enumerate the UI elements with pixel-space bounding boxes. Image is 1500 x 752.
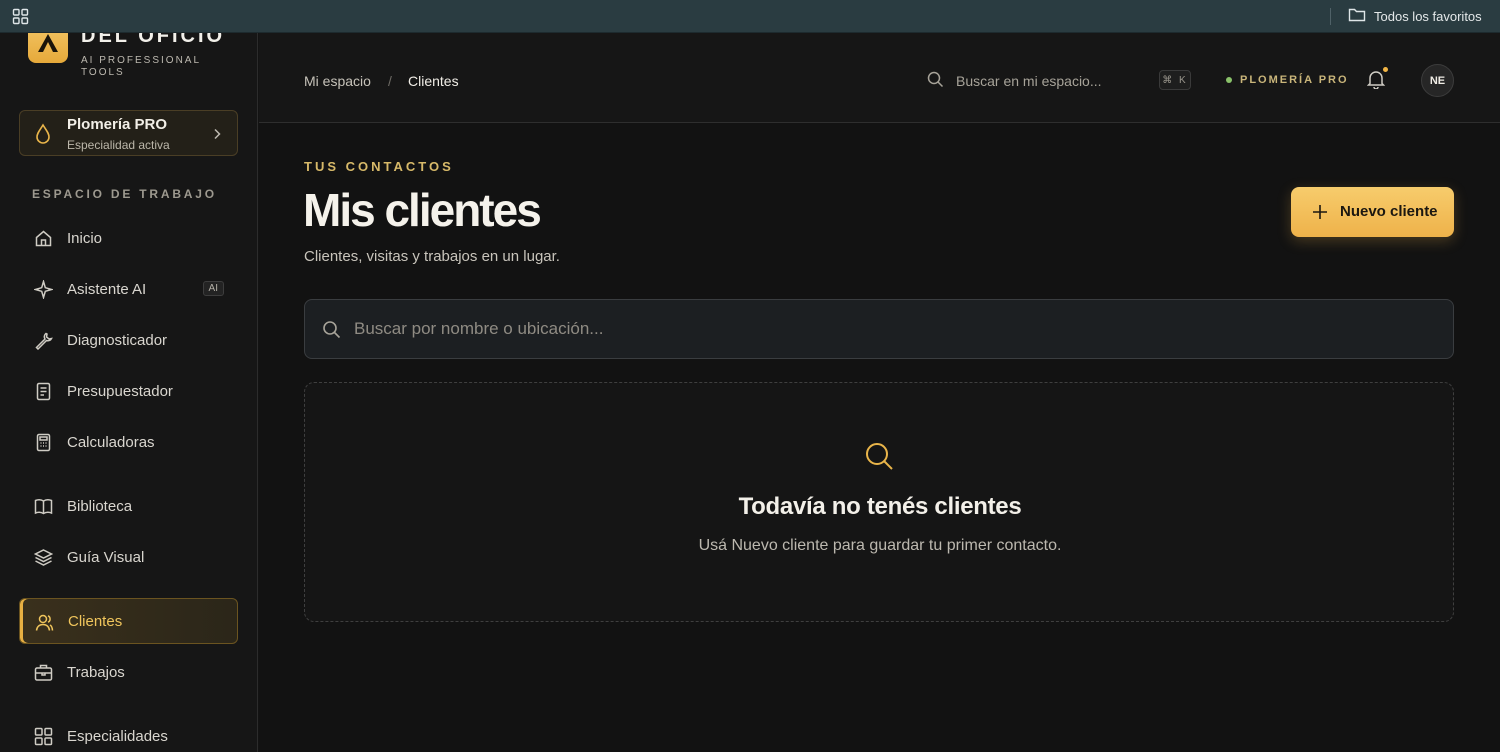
- briefcase-icon: [34, 663, 53, 682]
- sidebar-item-label: Clientes: [68, 612, 123, 630]
- sidebar-item-especialidades[interactable]: Especialidades: [19, 713, 238, 752]
- folder-icon: [1348, 7, 1366, 25]
- sidebar-item-trabajos[interactable]: Trabajos: [19, 649, 238, 695]
- book-icon: [34, 497, 53, 516]
- sidebar-item-presupuestador[interactable]: Presupuestador: [19, 368, 238, 414]
- specialty-name: Plomería PRO: [67, 116, 168, 133]
- chevron-right-icon: [213, 127, 221, 145]
- breadcrumb-clientes: Clientes: [408, 73, 459, 89]
- client-search-box[interactable]: [304, 299, 1454, 359]
- sidebar-item-guia-visual[interactable]: Guía Visual: [19, 534, 238, 580]
- sidebar-item-calculadoras[interactable]: Calculadoras: [19, 419, 238, 465]
- sidebar-item-inicio[interactable]: Inicio: [19, 215, 238, 261]
- notification-dot: [1383, 67, 1388, 72]
- brand-subtitle: AI PROFESSIONAL TOOLS: [81, 55, 201, 78]
- grid-icon: [34, 727, 53, 746]
- keyboard-shortcut-hint: ⌘ K: [1159, 70, 1191, 90]
- brand-logo[interactable]: [28, 33, 68, 63]
- all-favorites-folder[interactable]: Todos los favoritos: [1348, 7, 1482, 25]
- specialty-switcher[interactable]: Plomería PRO Especialidad activa: [19, 110, 238, 156]
- breadcrumb-separator: /: [388, 73, 392, 89]
- document-icon: [34, 382, 53, 401]
- search-empty-icon: [864, 441, 894, 476]
- sidebar: DEL OFICIO AI PROFESSIONAL TOOLS Plomerí…: [0, 33, 258, 752]
- page-subtitle: Clientes, visitas y trabajos en un lugar…: [304, 248, 560, 265]
- sidebar-item-label: Asistente AI: [67, 280, 147, 298]
- sidebar-item-label: Biblioteca: [67, 497, 133, 515]
- specialty-status: Especialidad activa: [67, 138, 170, 152]
- sidebar-item-label: Diagnosticador: [67, 331, 168, 349]
- plus-icon: [1311, 203, 1329, 226]
- sidebar-item-biblioteca[interactable]: Biblioteca: [19, 483, 238, 529]
- bell-icon[interactable]: [1366, 69, 1386, 94]
- empty-state: Todavía no tenés clientes Usá Nuevo clie…: [304, 382, 1454, 622]
- sidebar-item-label: Inicio: [67, 229, 103, 247]
- sidebar-item-asistente-ai[interactable]: Asistente AI AI: [19, 266, 238, 312]
- calculator-icon: [34, 433, 53, 452]
- layers-icon: [33, 548, 54, 567]
- sidebar-item-clientes[interactable]: Clientes: [19, 598, 238, 644]
- sidebar-item-label: Presupuestador: [67, 382, 173, 400]
- brand-title: DEL OFICIO: [81, 33, 226, 47]
- search-icon: [322, 320, 341, 344]
- sparkle-icon: [32, 278, 55, 301]
- bookmarks-divider: [1330, 8, 1331, 25]
- sidebar-item-label: Calculadoras: [67, 433, 155, 451]
- page-eyebrow: TUS CONTACTOS: [304, 159, 454, 174]
- sidebar-item-label: Trabajos: [67, 663, 125, 681]
- empty-state-description: Usá Nuevo cliente para guardar tu primer…: [698, 537, 1062, 554]
- sidebar-item-label: Guía Visual: [67, 548, 145, 566]
- ai-badge: AI: [202, 281, 224, 296]
- client-search-input[interactable]: [354, 316, 1414, 342]
- wrench-icon: [34, 331, 53, 351]
- top-header: Mi espacio / Clientes Buscar en mi espac…: [259, 33, 1500, 123]
- home-icon: [34, 229, 53, 248]
- sidebar-item-diagnosticador[interactable]: Diagnosticador: [19, 317, 238, 363]
- apps-grid-icon[interactable]: [12, 8, 29, 25]
- plan-status-dot: [1226, 77, 1232, 83]
- new-client-button[interactable]: Nuevo cliente: [1291, 187, 1454, 237]
- users-icon: [35, 613, 54, 632]
- workspace-section-label: ESPACIO DE TRABAJO: [32, 187, 217, 201]
- favorites-label: Todos los favoritos: [1374, 8, 1482, 24]
- workspace-search-input[interactable]: Buscar en mi espacio...: [956, 73, 1102, 89]
- search-icon[interactable]: [927, 71, 944, 93]
- water-drop-icon: [34, 123, 52, 150]
- avatar[interactable]: NE: [1421, 64, 1454, 97]
- main-content: TUS CONTACTOS Mis clientes Clientes, vis…: [259, 123, 1500, 752]
- sidebar-item-label: Especialidades: [67, 727, 168, 745]
- page-title: Mis clientes: [303, 184, 542, 236]
- breadcrumb-mi-espacio[interactable]: Mi espacio: [304, 73, 371, 89]
- new-client-label: Nuevo cliente: [1340, 203, 1438, 220]
- plan-label[interactable]: PLOMERÍA PRO: [1240, 74, 1349, 86]
- bookmarks-bar: Todos los favoritos: [0, 0, 1500, 33]
- empty-state-title: Todavía no tenés clientes: [738, 493, 1022, 520]
